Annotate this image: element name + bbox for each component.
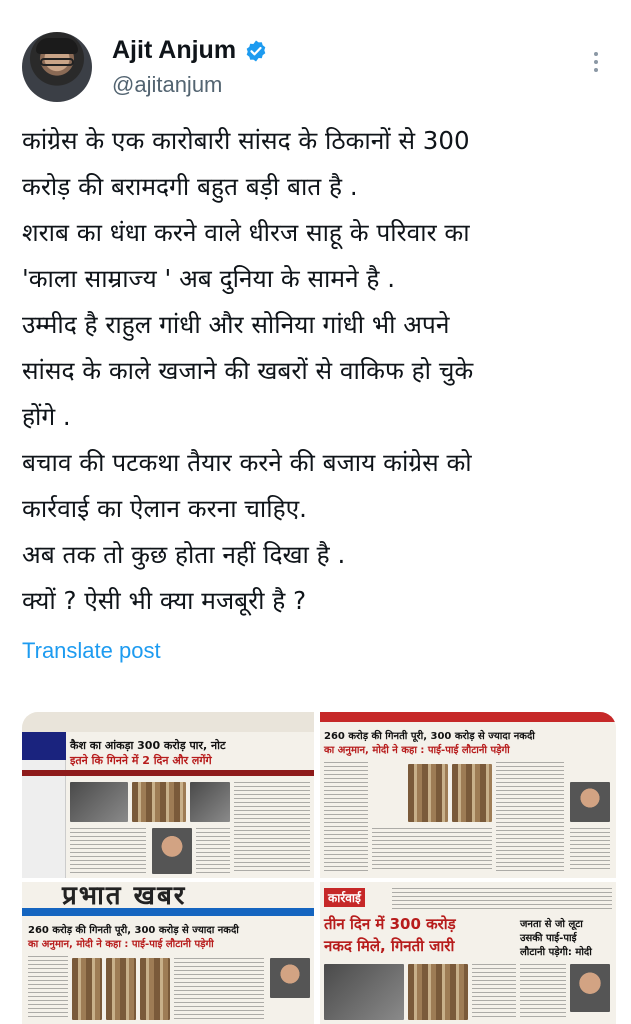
cash-photo	[452, 764, 492, 822]
sidebar-strip	[22, 732, 66, 760]
author-display-name[interactable]: Ajit Anjum	[112, 36, 236, 65]
tweet-line: 'काला साम्राज्य ' अब दुनिया के सामने है …	[22, 264, 396, 293]
tweet-line: उम्मीद है राहुल गांधी और सोनिया गांधी भी…	[22, 310, 450, 339]
text-column	[472, 964, 516, 1020]
newspaper-image-2[interactable]: 260 करोड़ की गिनती पूरी, 300 करोड़ से ज्…	[320, 712, 616, 878]
tweet-line: क्यों ? ऐसी भी क्या मजबूरी है ?	[22, 586, 307, 615]
news-photo	[324, 964, 404, 1020]
tweet-line: होंगे .	[22, 402, 71, 431]
paper-headline: नकद मिले, गिनती जारी	[324, 937, 455, 955]
tweet-line: कांग्रेस के एक कारोबारी सांसद के ठिकानों…	[22, 126, 470, 155]
paper-headline: 260 करोड़ की गिनती पूरी, 300 करोड़ से ज्…	[28, 925, 239, 936]
tweet-line: कार्रवाई का ऐलान करना चाहिए.	[22, 494, 307, 523]
avatar-glasses	[40, 58, 74, 66]
cash-photo	[106, 958, 136, 1020]
text-column	[28, 956, 68, 1020]
portrait-photo	[270, 958, 310, 998]
paper-headline: 260 करोड़ की गिनती पूरी, 300 करोड़ से ज्…	[324, 731, 535, 742]
masthead: प्रभात खबर	[22, 882, 314, 911]
text-column	[196, 828, 230, 874]
red-strip	[320, 712, 616, 722]
cash-photo	[132, 782, 186, 822]
side-headline: लौटानी पड़ेगी: मोदी	[520, 947, 592, 958]
text-column	[174, 958, 264, 1020]
text-column	[570, 828, 610, 872]
tweet-line: बचाव की पटकथा तैयार करने की बजाय कांग्रे…	[22, 448, 472, 477]
tweet-line: शराब का धंधा करने वाले धीरज साहू के परिव…	[22, 218, 470, 247]
paper-headline: इतने कि गिनने में 2 दिन और लगेंगे	[70, 754, 212, 767]
text-column	[70, 828, 146, 874]
text-column	[234, 782, 310, 874]
text-column	[324, 762, 368, 872]
verified-badge-icon	[246, 40, 266, 61]
author-handle[interactable]: @ajitanjum	[112, 72, 222, 98]
more-options-icon[interactable]	[586, 48, 606, 78]
paper-sidebar	[22, 732, 66, 878]
portrait-photo	[570, 964, 610, 1012]
author-name-row[interactable]: Ajit Anjum	[112, 36, 268, 65]
cash-photo	[140, 958, 170, 1020]
tweet-text: कांग्रेस के एक कारोबारी सांसद के ठिकानों…	[22, 118, 622, 624]
blue-strip	[22, 908, 314, 916]
masthead	[22, 712, 314, 732]
newspaper-image-1[interactable]: कैश का आंकड़ा 300 करोड़ पार, नोट इतने कि…	[22, 712, 314, 878]
translate-post-link[interactable]: Translate post	[22, 638, 161, 664]
paper-label: कार्रवाई	[324, 888, 365, 907]
side-headline: जनता से जो लूटा	[520, 919, 583, 930]
news-photo	[190, 782, 230, 822]
newspaper-image-4[interactable]: कार्रवाई तीन दिन में 300 करोड़ नकद मिले,…	[320, 882, 616, 1024]
paper-headline: कैश का आंकड़ा 300 करोड़ पार, नोट	[70, 739, 226, 752]
avatar[interactable]	[22, 32, 92, 102]
portrait-photo	[570, 782, 610, 822]
cash-photo	[72, 958, 102, 1020]
text-column	[496, 762, 564, 872]
tweet-line: करोड़ की बरामदगी बहुत बड़ी बात है .	[22, 172, 358, 201]
media-grid[interactable]: कैश का आंकड़ा 300 करोड़ पार, नोट इतने कि…	[22, 712, 616, 1024]
text-column	[520, 964, 566, 1020]
tweet-line: सांसद के काले खजाने की खबरों से वाकिफ हो…	[22, 356, 474, 385]
paper-headline: का अनुमान, मोदी ने कहा : पाई-पाई लौटानी …	[28, 939, 214, 950]
news-photo	[70, 782, 128, 822]
tweet-line: अब तक तो कुछ होता नहीं दिखा है .	[22, 540, 346, 569]
paper-headline: तीन दिन में 300 करोड़	[324, 915, 456, 933]
side-headline: उसकी पाई-पाई	[520, 933, 577, 944]
text-column	[392, 888, 612, 910]
newspaper-image-3[interactable]: प्रभात खबर 260 करोड़ की गिनती पूरी, 300 …	[22, 882, 314, 1024]
paper-headline: का अनुमान, मोदी ने कहा : पाई-पाई लौटानी …	[324, 745, 510, 756]
cash-photo	[408, 964, 468, 1020]
cash-photo	[408, 764, 448, 822]
text-column	[372, 828, 492, 872]
tweet-header: Ajit Anjum @ajitanjum	[0, 0, 631, 110]
portrait-photo	[152, 828, 192, 874]
red-rule	[22, 770, 314, 776]
avatar-hair	[36, 38, 78, 54]
